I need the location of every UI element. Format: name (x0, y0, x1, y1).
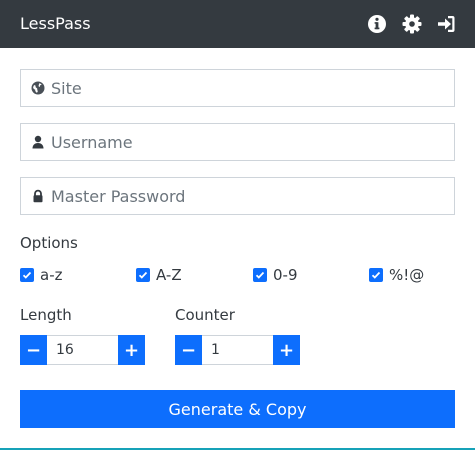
username-input[interactable] (51, 124, 451, 160)
app-title: LessPass (20, 14, 91, 33)
option-numbers[interactable]: 0-9 (253, 265, 298, 285)
length-label: Length (20, 306, 72, 324)
site-field (20, 69, 455, 107)
site-input[interactable] (51, 70, 451, 106)
counter-decrement-button[interactable]: − (175, 335, 202, 365)
gear-icon[interactable] (402, 14, 422, 34)
option-uppercase[interactable]: A-Z (136, 265, 182, 285)
option-lowercase[interactable]: a-z (20, 265, 62, 285)
checkbox-checked-icon[interactable] (20, 268, 34, 282)
counter-increment-button[interactable]: + (273, 335, 300, 365)
option-uppercase-label: A-Z (156, 266, 182, 284)
checkbox-checked-icon[interactable] (253, 268, 267, 282)
counter-label: Counter (175, 306, 235, 324)
app-header: LessPass (0, 0, 475, 48)
globe-icon (31, 81, 45, 95)
length-input[interactable]: 16 (47, 335, 118, 365)
user-icon (31, 135, 45, 149)
info-icon[interactable] (367, 14, 387, 34)
sign-in-icon[interactable] (436, 14, 456, 34)
option-lowercase-label: a-z (40, 266, 63, 284)
length-increment-button[interactable]: + (118, 335, 145, 365)
lock-icon (31, 189, 45, 203)
length-decrement-button[interactable]: − (20, 335, 47, 365)
length-stepper: − 16 + (20, 335, 145, 365)
username-field (20, 123, 455, 161)
option-numbers-label: 0-9 (273, 266, 298, 284)
generate-copy-button[interactable]: Generate & Copy (20, 390, 455, 428)
master-password-field (20, 177, 455, 215)
checkbox-checked-icon[interactable] (369, 268, 383, 282)
counter-input[interactable]: 1 (202, 335, 273, 365)
options-label: Options (20, 234, 78, 252)
option-symbols-label: %!@ (389, 266, 425, 284)
master-password-input[interactable] (51, 178, 451, 214)
option-symbols[interactable]: %!@ (369, 265, 424, 285)
checkbox-checked-icon[interactable] (136, 268, 150, 282)
counter-stepper: − 1 + (175, 335, 300, 365)
